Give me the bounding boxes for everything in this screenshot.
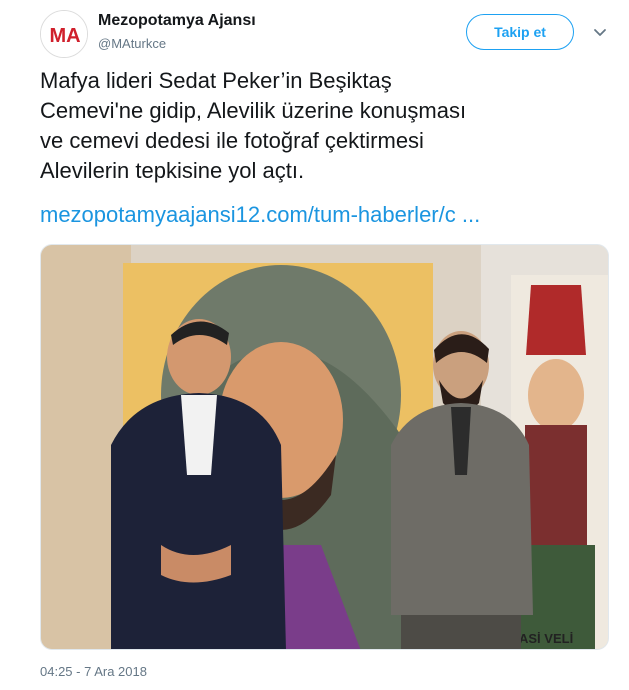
chevron-down-icon[interactable] <box>592 24 608 40</box>
tweet-timestamp[interactable]: 04:25 - 7 Ara 2018 <box>40 664 147 679</box>
account-name[interactable]: Mezopotamya Ajansı <box>98 12 256 30</box>
avatar[interactable]: MA <box>40 10 88 58</box>
svg-text:MA: MA <box>49 25 80 47</box>
tweet-link[interactable]: mezopotamyaajansi12.com/tum-haberler/c .… <box>40 200 615 230</box>
tweet-photo[interactable]: ASİ VELİ <box>40 244 609 650</box>
tweet-header: MA Mezopotamya Ajansı @MAturkce Takip et <box>40 8 610 60</box>
banner-caption: ASİ VELİ <box>519 631 573 646</box>
photo-image: ASİ VELİ <box>41 245 608 649</box>
follow-button[interactable]: Takip et <box>466 14 574 50</box>
account-handle[interactable]: @MAturkce <box>98 36 166 51</box>
tweet-text: Mafya lideri Sedat Peker’in Beşiktaş Cem… <box>40 68 467 183</box>
ma-logo-icon: MA <box>41 11 87 57</box>
